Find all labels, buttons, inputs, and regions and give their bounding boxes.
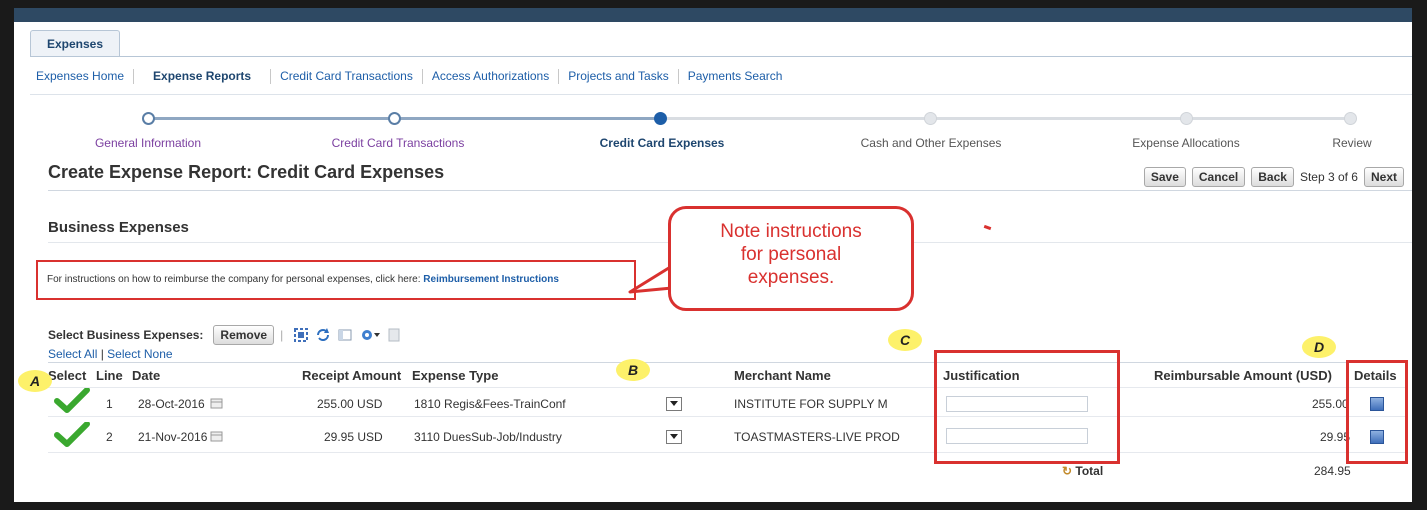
row-1-receipt-amount: 255.00 USD [317, 397, 383, 411]
columns-icon [388, 328, 400, 342]
train-connector [660, 117, 1350, 120]
table-toolbar: Select Business Expenses: Remove | [48, 325, 401, 345]
annotation-mark [983, 224, 992, 231]
train-label-review: Review [1332, 136, 1372, 150]
step-indicator: Step 3 of 6 [1299, 170, 1358, 184]
table-top-border [48, 362, 1408, 363]
column-header-expense-type: Expense Type [412, 368, 499, 383]
train-label-credit-card-expenses: Credit Card Expenses [599, 136, 725, 150]
instructions-highlight-box: For instructions on how to reimburse the… [36, 260, 636, 300]
train-connector [394, 117, 660, 120]
callout-line-1: Note instructions [720, 221, 862, 242]
subnav-divider [30, 94, 1412, 95]
freeze-icon[interactable] [337, 327, 353, 343]
select-none-link[interactable]: Select None [107, 347, 172, 361]
train-stop-expense-allocations [1180, 112, 1193, 125]
reimbursement-instructions-link[interactable]: Reimbursement Instructions [423, 274, 559, 285]
row-2-merchant-name: TOASTMASTERS-LIVE PROD [734, 430, 900, 444]
header-divider [48, 387, 1408, 388]
nav-credit-card-transactions[interactable]: Credit Card Transactions [271, 68, 423, 84]
select-all-link[interactable]: Select All [48, 347, 97, 361]
app-window: Expenses Expenses Home Expense Reports C… [14, 22, 1412, 502]
annotation-b: B [616, 359, 650, 381]
nav-payments-search[interactable]: Payments Search [679, 69, 792, 84]
column-header-date: Date [132, 368, 161, 383]
back-button[interactable]: Back [1251, 167, 1294, 187]
section-title-business-expenses: Business Expenses [48, 219, 189, 236]
details-highlight-box [1346, 360, 1408, 464]
detach-icon[interactable] [293, 327, 309, 343]
train-stop-credit-card-transactions[interactable] [388, 112, 401, 125]
row-2-expense-type-dropdown[interactable] [666, 430, 682, 444]
page-title: Create Expense Report: Credit Card Expen… [48, 162, 445, 182]
justification-highlight-box [934, 350, 1120, 464]
annotation-c: C [888, 329, 922, 351]
train-label-cash-and-other-expenses: Cash and Other Expenses [860, 136, 1002, 150]
column-header-line: Line [96, 368, 123, 383]
calendar-icon[interactable] [210, 396, 224, 410]
train-stop-review [1344, 112, 1357, 125]
cancel-button[interactable]: Cancel [1191, 167, 1246, 187]
remove-button[interactable]: Remove [213, 325, 275, 345]
calendar-icon[interactable] [210, 429, 224, 443]
train-stop-general-information[interactable] [142, 112, 155, 125]
total-value: 284.95 [1314, 464, 1351, 478]
instructions-text: For instructions on how to reimburse the… [47, 274, 424, 285]
row-divider [48, 416, 1408, 417]
train-label-expense-allocations: Expense Allocations [1132, 136, 1240, 150]
nav-projects-and-tasks[interactable]: Projects and Tasks [559, 68, 679, 84]
toolbar-label: Select Business Expenses: [48, 328, 204, 342]
nav-access-authorizations[interactable]: Access Authorizations [423, 68, 560, 84]
row-2-receipt-amount: 29.95 USD [324, 430, 383, 444]
callout-line-2: for personal [740, 244, 842, 265]
checkmark-icon[interactable] [54, 388, 90, 414]
refresh-icon[interactable] [315, 327, 331, 343]
column-header-select: Select [48, 368, 87, 383]
total-label-text: Total [1075, 464, 1104, 478]
action-button-bar: Save Cancel Back Step 3 of 6 Next [1143, 167, 1404, 187]
next-button[interactable]: Next [1363, 167, 1404, 187]
total-icon: ↻ [1062, 464, 1076, 478]
row-1-line: 1 [106, 397, 113, 411]
toolbar-separator: | [280, 328, 284, 342]
row-2-expense-type[interactable]: 3110 DuesSub-Job/Industry [414, 430, 562, 444]
total-label: ↻ Total [1062, 464, 1103, 478]
nav-expense-reports[interactable]: Expense Reports [134, 68, 272, 84]
annotation-a: A [18, 370, 52, 392]
train-label-general-information[interactable]: General Information [95, 136, 201, 150]
train-label-credit-card-transactions[interactable]: Credit Card Transactions [332, 136, 465, 150]
row-2-line: 2 [106, 430, 113, 444]
callout-line-3: expenses. [747, 267, 835, 288]
tab-divider [30, 56, 1412, 57]
train-stop-credit-card-expenses [654, 112, 667, 125]
train-connector [148, 117, 394, 120]
column-header-merchant-name: Merchant Name [734, 368, 831, 383]
train-stop-cash-and-other-expenses [924, 112, 937, 125]
row-2-date: 21-Nov-2016 [138, 430, 208, 444]
save-button[interactable]: Save [1143, 167, 1186, 187]
annotation-d: D [1302, 336, 1336, 358]
callout-note-personal-expenses: Note instructions for personal expenses. [668, 206, 914, 311]
column-header-reimbursable-amount: Reimbursable Amount (USD) [1154, 368, 1332, 383]
row-1-expense-type[interactable]: 1810 Regis&Fees-TrainConf [414, 397, 566, 411]
tab-expenses[interactable]: Expenses [30, 30, 120, 57]
row-1-reimbursable-amount: 255.00 [1312, 397, 1349, 411]
toolbar-icons [293, 327, 401, 343]
title-divider [48, 190, 1412, 191]
settings-gear-icon[interactable] [359, 327, 381, 343]
app-header-bar [14, 8, 1412, 22]
sub-navigation: Expenses Home Expense Reports Credit Car… [36, 68, 791, 84]
row-1-date: 28-Oct-2016 [138, 397, 205, 411]
checkmark-icon[interactable] [54, 422, 90, 448]
screenshot-frame: Expenses Expenses Home Expense Reports C… [0, 0, 1427, 510]
column-header-receipt-amount: Receipt Amount [302, 368, 402, 383]
select-all-none: Select All | Select None [48, 347, 173, 361]
select-separator: | [100, 347, 104, 361]
row-1-expense-type-dropdown[interactable] [666, 397, 682, 411]
nav-expenses-home[interactable]: Expenses Home [36, 68, 135, 84]
row-1-merchant-name: INSTITUTE FOR SUPPLY M [734, 397, 888, 411]
row-divider [48, 452, 1408, 453]
